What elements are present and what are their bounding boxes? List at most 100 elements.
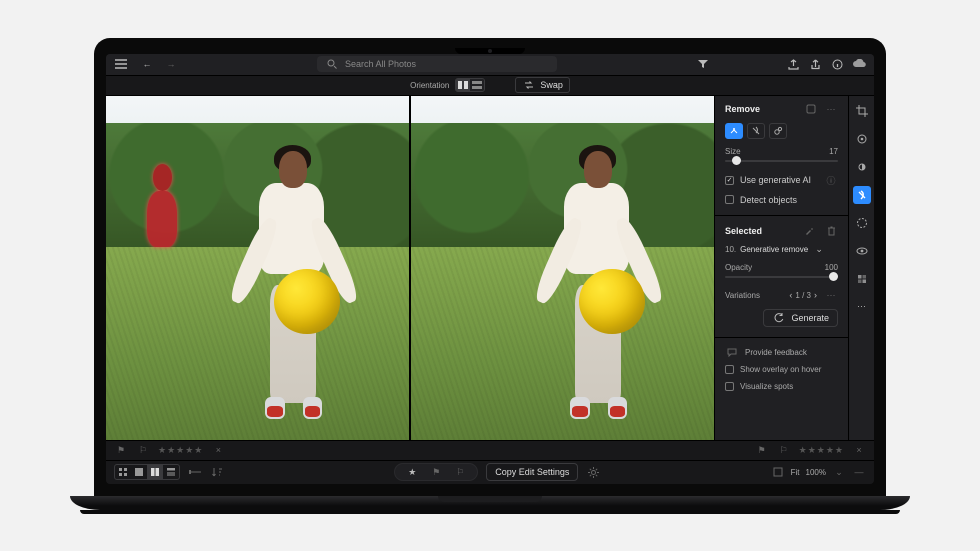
reject-icon[interactable]: ⚐ [777,445,791,456]
filmstrip-bar: ⚑ ⚐ ★★★★★ × ⚑ ⚐ ★★★★★ × [106,440,874,460]
opacity-label: Opacity [725,263,752,272]
nav-forward-icon[interactable]: → [164,59,178,69]
swap-button[interactable]: Swap [515,77,570,93]
yellow-ball [274,269,339,334]
tool-heal[interactable] [853,186,871,204]
panel-title: Remove [725,104,760,114]
tool-more[interactable]: ⋯ [853,298,871,316]
view-compare-icon[interactable] [147,465,163,479]
info-icon[interactable]: ⓘ [824,174,838,187]
heal-mode-picker [725,123,838,139]
flag-icon[interactable]: ⚑ [429,467,443,478]
tool-light[interactable] [853,158,871,176]
menu-icon[interactable] [114,59,128,69]
panel-more-icon[interactable]: ⋯ [824,104,838,115]
detect-objects-checkbox[interactable]: Detect objects [725,195,838,205]
split-horizontal-icon[interactable] [470,79,484,91]
chevron-left-icon[interactable]: ‹ [789,290,792,300]
after-pane[interactable] [411,96,714,440]
edit-panel: Remove ⋯ Size 17 [714,96,874,440]
tool-auto[interactable] [853,130,871,148]
chevron-down-icon[interactable]: ⌄ [832,467,846,478]
view-mode-bar: Orientation Swap [106,76,874,96]
camera-dot [488,49,492,53]
yellow-ball [579,269,644,334]
selected-item[interactable]: 10. Generative remove ⌄ [725,244,838,255]
gear-icon[interactable] [586,467,600,478]
upload-icon[interactable] [786,59,800,70]
app-window: ← → Search All Photos Orienta [106,54,874,484]
sort-icon[interactable] [210,467,224,477]
flag-icon[interactable]: ⚑ [755,445,769,456]
star-icon[interactable]: ★ [405,467,419,478]
selected-heading: Selected [725,226,762,236]
orientation-label: Orientation [410,81,449,90]
opacity-slider[interactable] [725,272,838,282]
removal-selection-overlay [142,164,184,253]
before-pane[interactable] [106,96,409,440]
flag-icon[interactable]: ⚑ [114,445,128,456]
fit-icon[interactable] [771,467,785,477]
comment-icon [725,348,739,357]
feedback-link[interactable]: Provide feedback [725,348,838,357]
close-icon[interactable]: × [852,445,866,455]
laptop-mockup: ← → Search All Photos Orienta [94,38,886,514]
generate-button[interactable]: Generate [763,309,838,327]
close-icon[interactable]: × [211,445,225,455]
eyedropper-icon[interactable] [802,226,816,236]
quick-actions-pill: ★ ⚑ ⚐ [394,463,478,481]
laptop-feet [80,510,900,514]
search-icon [325,59,339,69]
photo-before [106,96,409,440]
cloud-icon[interactable] [852,59,866,69]
panel-reset-icon[interactable] [804,104,818,115]
view-detail-icon[interactable] [163,465,179,479]
share-icon[interactable] [808,59,822,70]
heal-mode-clone[interactable] [769,123,787,139]
heal-mode-heal[interactable] [747,123,765,139]
view-grid-icon[interactable] [115,465,131,479]
tool-strip: ⋯ [848,96,874,440]
top-navbar: ← → Search All Photos [106,54,874,76]
reject-icon[interactable]: ⚐ [453,467,467,478]
variations-label: Variations [725,291,760,300]
split-vertical-icon[interactable] [456,79,470,91]
filter-icon[interactable] [696,59,710,69]
tool-masking[interactable] [853,214,871,232]
tool-redeye[interactable] [853,242,871,260]
photo-after [411,96,714,440]
tool-presets[interactable] [853,270,871,288]
orientation-toggle[interactable] [455,78,485,92]
copy-edit-settings-button[interactable]: Copy Edit Settings [486,463,578,481]
rating-stars-after[interactable]: ★★★★★ [799,445,844,456]
size-slider[interactable] [725,156,838,166]
chevron-right-icon[interactable]: › [814,290,817,300]
variations-pager[interactable]: ‹ 1 / 3 › ⋯ [789,290,838,301]
zoom-control[interactable]: Fit 100% ⌄ — [771,467,866,478]
main-area: Remove ⋯ Size 17 [106,96,874,440]
heal-mode-generative[interactable] [725,123,743,139]
chevron-down-icon: ⌄ [812,244,826,255]
trash-icon[interactable] [824,226,838,236]
thumbnail-size-icon[interactable] [188,468,202,476]
nav-back-icon[interactable]: ← [140,59,154,69]
size-value: 17 [829,147,838,156]
show-overlay-checkbox[interactable]: Show overlay on hover [725,365,838,374]
rating-stars-before[interactable]: ★★★★★ [158,445,203,456]
laptop-lid: ← → Search All Photos Orienta [94,38,886,496]
slider-icon[interactable]: — [852,467,866,477]
more-icon[interactable]: ⋯ [824,290,838,301]
search-input[interactable]: Search All Photos [317,56,557,72]
view-single-icon[interactable] [131,465,147,479]
swap-icon [522,81,536,89]
info-icon[interactable] [830,59,844,70]
view-layout-toggle[interactable] [114,464,180,480]
reject-icon[interactable]: ⚐ [136,445,150,456]
use-gen-ai-checkbox[interactable]: Use generative AI ⓘ [725,174,838,187]
search-placeholder: Search All Photos [345,59,416,69]
bottom-toolbar: ★ ⚑ ⚐ Copy Edit Settings Fit 100% ⌄ — [106,460,874,484]
swap-label: Swap [540,80,563,90]
visualize-spots-checkbox[interactable]: Visualize spots [725,382,838,391]
tool-crop[interactable] [853,102,871,120]
size-label: Size [725,147,741,156]
